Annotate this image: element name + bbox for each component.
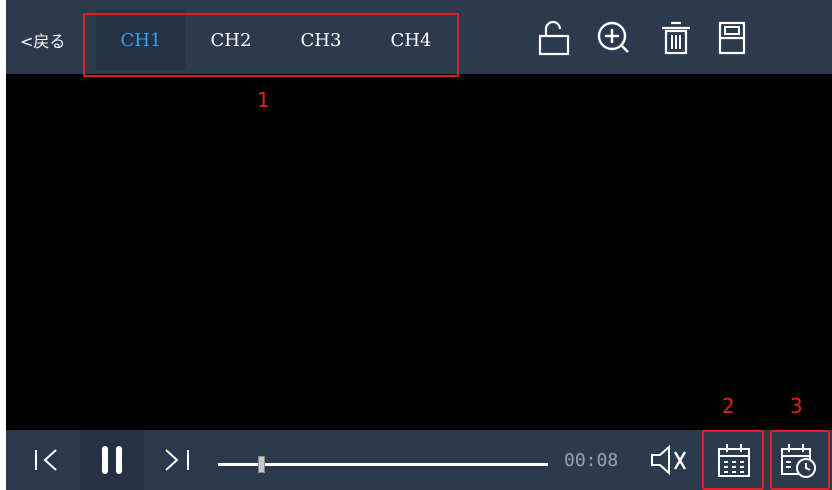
mute-button[interactable] <box>644 430 694 490</box>
back-button[interactable]: <戻る <box>20 28 65 52</box>
pause-button[interactable] <box>80 430 144 490</box>
next-button[interactable] <box>150 430 202 490</box>
trash-icon <box>662 21 690 55</box>
save-button[interactable] <box>710 16 754 60</box>
annotation-marker-3: 3 <box>790 394 803 418</box>
zoom-in-icon <box>597 21 629 53</box>
delete-button[interactable] <box>654 16 698 60</box>
mute-icon <box>651 444 687 476</box>
progress-knob[interactable] <box>258 456 265 473</box>
playback-time: 00:08 <box>564 450 619 471</box>
video-display[interactable] <box>6 74 832 430</box>
previous-button[interactable] <box>22 430 74 490</box>
next-icon <box>165 449 189 471</box>
save-icon <box>718 21 746 55</box>
lock-open-icon <box>538 20 570 56</box>
annotation-marker-1: 1 <box>257 88 270 112</box>
annotation-box-calendar <box>702 430 764 490</box>
zoom-in-button[interactable] <box>592 16 636 60</box>
pause-icon <box>102 446 122 474</box>
annotation-box-schedule <box>770 430 830 490</box>
playback-screen: <戻る CH1 CH2 CH3 CH4 00:08 1 2 3 <box>6 0 832 490</box>
annotation-marker-2: 2 <box>722 394 735 418</box>
annotation-box-channels <box>83 13 459 77</box>
lock-open-button[interactable] <box>532 16 576 60</box>
previous-icon <box>35 449 57 471</box>
progress-slider[interactable] <box>218 456 548 473</box>
